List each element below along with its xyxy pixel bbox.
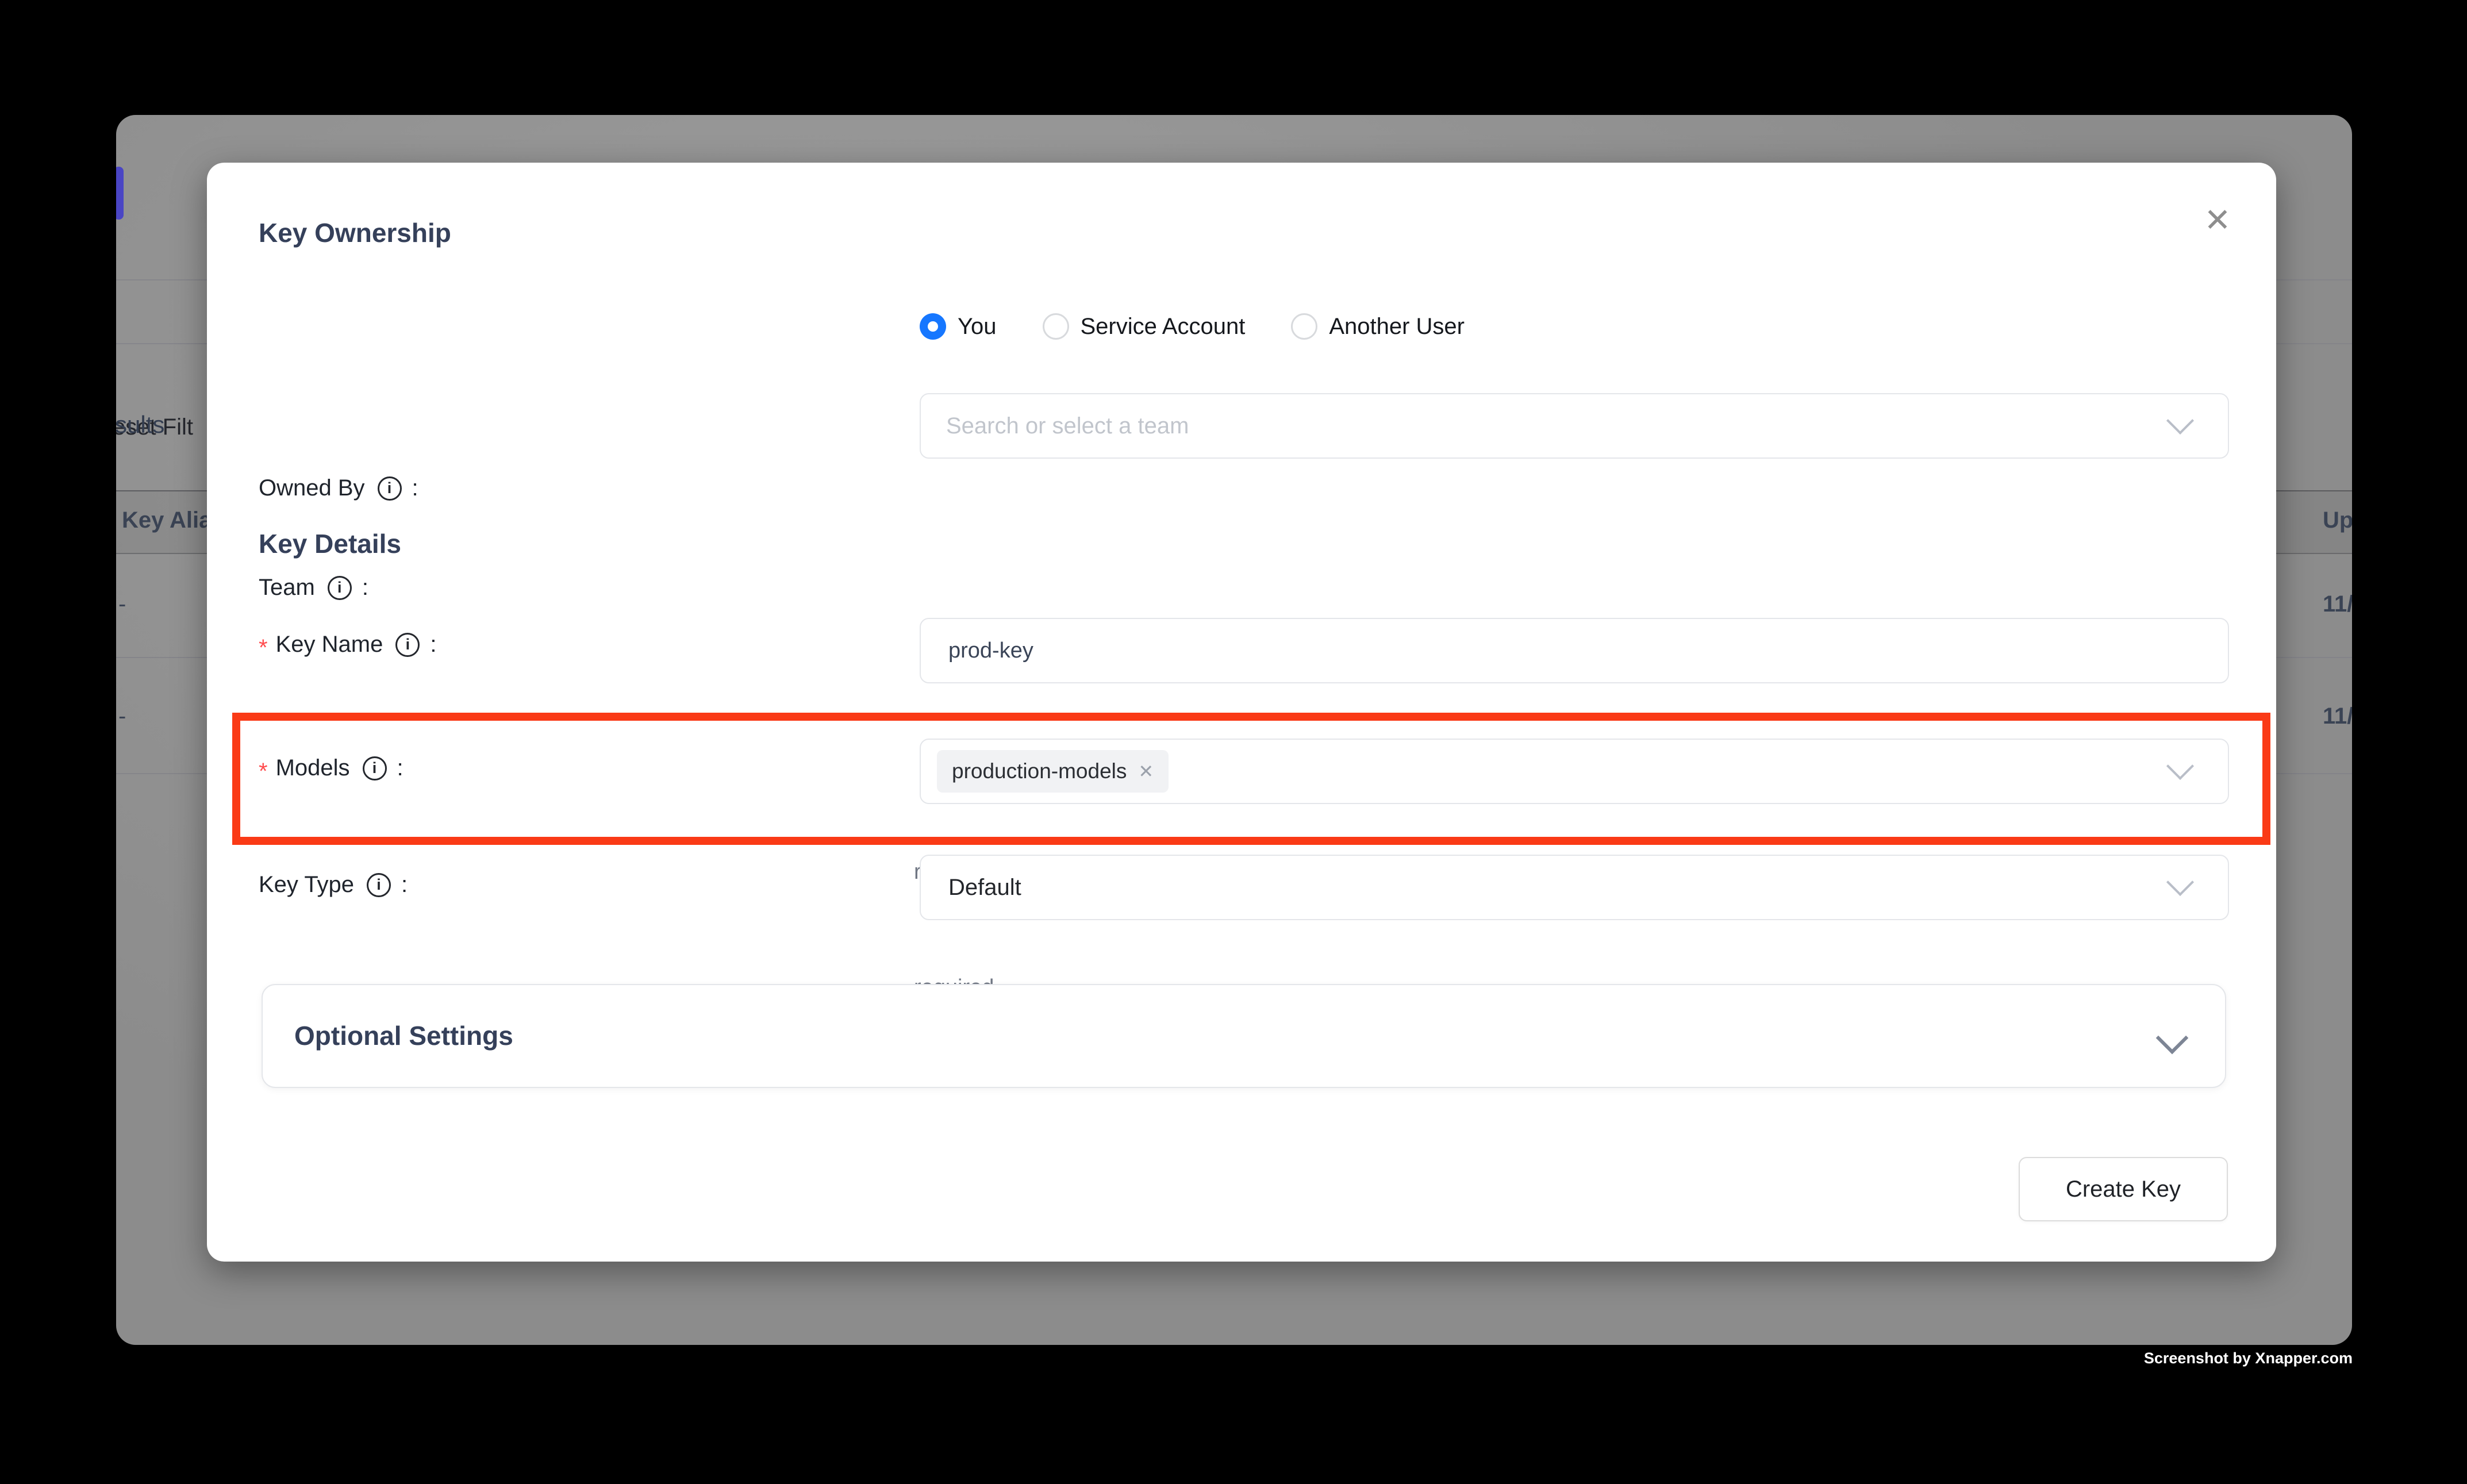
radio-selected-icon[interactable]	[920, 313, 946, 340]
label-colon: :	[362, 575, 368, 601]
key-name-field	[920, 618, 2229, 683]
required-asterisk: *	[259, 635, 268, 661]
table-cell-alias: -	[118, 591, 126, 617]
table-cell-updated: 11/	[2323, 591, 2352, 617]
info-icon: i	[328, 576, 352, 600]
optional-settings-title: Optional Settings	[294, 1020, 513, 1051]
screen: eset Filt sults Key Alia Up - 11/ - 11/ …	[0, 0, 2467, 1484]
results-count-fragment: sults	[116, 411, 164, 439]
partial-primary-button[interactable]	[116, 167, 124, 220]
owned-by-label-text: Owned By	[259, 475, 365, 501]
create-key-button[interactable]: Create Key	[2019, 1157, 2228, 1221]
chevron-down-icon	[2156, 1022, 2189, 1055]
radio-option-label: Service Account	[1081, 314, 1246, 340]
key-name-input[interactable]	[921, 619, 2228, 682]
annotation-highlight-box	[232, 713, 2270, 845]
key-type-value: Default	[921, 875, 1021, 901]
team-label-text: Team	[259, 575, 315, 601]
key-type-label-text: Key Type	[259, 872, 354, 898]
close-icon[interactable]: ✕	[2197, 199, 2238, 241]
create-key-modal: Key Ownership ✕ Owned By i : You Service …	[207, 163, 2276, 1262]
radio-option-label: You	[958, 314, 997, 340]
info-icon: i	[395, 633, 420, 657]
radio-option-another-user[interactable]: Another User	[1291, 313, 1465, 340]
modal-title: Key Ownership	[259, 217, 451, 248]
owned-by-label: Owned By i :	[259, 475, 418, 501]
ownership-radio-group: You Service Account Another User	[920, 308, 1465, 345]
info-icon: i	[367, 873, 391, 897]
key-type-label: Key Type i :	[259, 872, 408, 898]
column-header-updated: Up	[2323, 508, 2352, 533]
table-cell-alias: -	[118, 703, 126, 729]
radio-unselected-icon[interactable]	[1291, 313, 1317, 340]
key-name-label: * Key Name i :	[259, 632, 436, 658]
info-icon: i	[378, 476, 402, 501]
radio-option-service-account[interactable]: Service Account	[1043, 313, 1246, 340]
chevron-down-icon	[2166, 868, 2194, 896]
label-colon: :	[430, 632, 436, 658]
key-name-label-text: Key Name	[276, 632, 383, 658]
radio-option-you[interactable]: You	[920, 313, 997, 340]
watermark: Screenshot by Xnapper.com	[2144, 1350, 2353, 1367]
optional-settings-toggle[interactable]: Optional Settings	[262, 984, 2226, 1088]
team-select[interactable]: Search or select a team	[920, 393, 2229, 459]
team-select-placeholder: Search or select a team	[921, 413, 1189, 439]
radio-unselected-icon[interactable]	[1043, 313, 1069, 340]
table-cell-updated: 11/	[2323, 703, 2352, 729]
team-label: Team i :	[259, 575, 368, 601]
key-type-select[interactable]: Default	[920, 855, 2229, 920]
column-header-key-alias: Key Alia	[122, 508, 212, 533]
chevron-down-icon	[2166, 407, 2194, 435]
key-details-title: Key Details	[259, 528, 401, 559]
label-colon: :	[412, 475, 418, 501]
label-colon: :	[401, 872, 408, 898]
radio-option-label: Another User	[1329, 314, 1465, 340]
